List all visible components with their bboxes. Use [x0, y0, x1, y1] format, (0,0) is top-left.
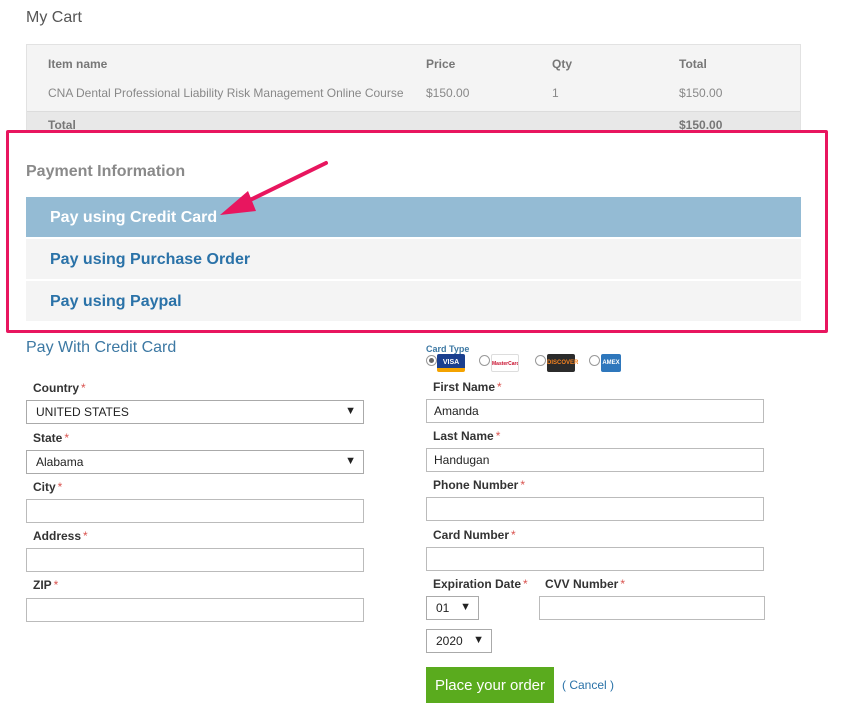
header-qty: Qty [552, 57, 573, 71]
card-number-input[interactable] [426, 547, 764, 571]
expiration-date-label: Expiration Date * [433, 577, 528, 591]
header-item-name: Item name [48, 57, 108, 71]
pay-credit-card-option[interactable]: Pay using Credit Card [26, 197, 801, 237]
expiration-year-value: 2020 [436, 634, 463, 648]
card-number-label: Card Number * [433, 528, 516, 542]
mastercard-card-icon: MasterCard [491, 354, 519, 372]
pay-purchase-order-option[interactable]: Pay using Purchase Order [26, 239, 801, 279]
card-type-amex-radio[interactable] [589, 355, 600, 366]
phone-number-label: Phone Number * [433, 478, 526, 492]
cvv-number-input[interactable] [539, 596, 765, 620]
country-select-value: UNITED STATES [36, 405, 129, 419]
pay-paypal-option[interactable]: Pay using Paypal [26, 281, 801, 321]
row-total: $150.00 [679, 86, 723, 100]
address-input[interactable] [26, 548, 364, 572]
caret-down-icon: ▼ [345, 455, 356, 467]
expiration-month-value: 01 [436, 601, 450, 615]
first-name-input[interactable]: Amanda [426, 399, 764, 423]
visa-card-icon: VISA [437, 354, 465, 372]
card-type-discover-radio[interactable] [535, 355, 546, 366]
address-label: Address * [33, 529, 88, 543]
header-total: Total [679, 57, 707, 71]
state-select-value: Alabama [36, 455, 84, 469]
caret-down-icon: ▼ [345, 405, 356, 417]
city-label: City * [33, 480, 63, 494]
card-type-visa-radio[interactable] [426, 355, 437, 366]
state-select[interactable]: Alabama ▼ [26, 450, 364, 474]
last-name-input[interactable]: Handugan [426, 448, 764, 472]
row-item-name: CNA Dental Professional Liability Risk M… [48, 86, 404, 100]
pay-with-credit-card-title: Pay With Credit Card [26, 339, 177, 356]
annotation-arrow-icon [220, 161, 328, 215]
city-input[interactable] [26, 499, 364, 523]
cvv-number-label: CVV Number * [545, 577, 626, 591]
row-price: $150.00 [426, 86, 470, 100]
card-type-mastercard-radio[interactable] [479, 355, 490, 366]
cart-table: Item name Price Qty Total CNA Dental Pro… [26, 44, 801, 137]
caret-down-icon: ▼ [460, 601, 471, 613]
card-type-label: Card Type [426, 344, 470, 354]
phone-number-input[interactable] [426, 497, 764, 521]
country-label: Country * [33, 381, 86, 395]
zip-label: ZIP * [33, 578, 59, 592]
cancel-link[interactable]: ( Cancel ) [562, 678, 614, 692]
amex-card-icon: AMEX [601, 354, 621, 372]
first-name-label: First Name * [433, 380, 502, 394]
payment-information-title: Payment Information [26, 163, 186, 180]
caret-down-icon: ▼ [473, 634, 484, 646]
place-order-button[interactable]: Place your order [426, 667, 554, 703]
cart-title: My Cart [26, 9, 82, 26]
zip-input[interactable] [26, 598, 364, 622]
state-label: State * [33, 431, 70, 445]
discover-card-icon: DISCOVER [547, 354, 578, 372]
header-price: Price [426, 57, 456, 71]
expiration-month-select[interactable]: 01 ▼ [426, 596, 479, 620]
country-select[interactable]: UNITED STATES ▼ [26, 400, 364, 424]
last-name-label: Last Name * [433, 429, 501, 443]
expiration-year-select[interactable]: 2020 ▼ [426, 629, 492, 653]
row-qty: 1 [552, 86, 559, 100]
